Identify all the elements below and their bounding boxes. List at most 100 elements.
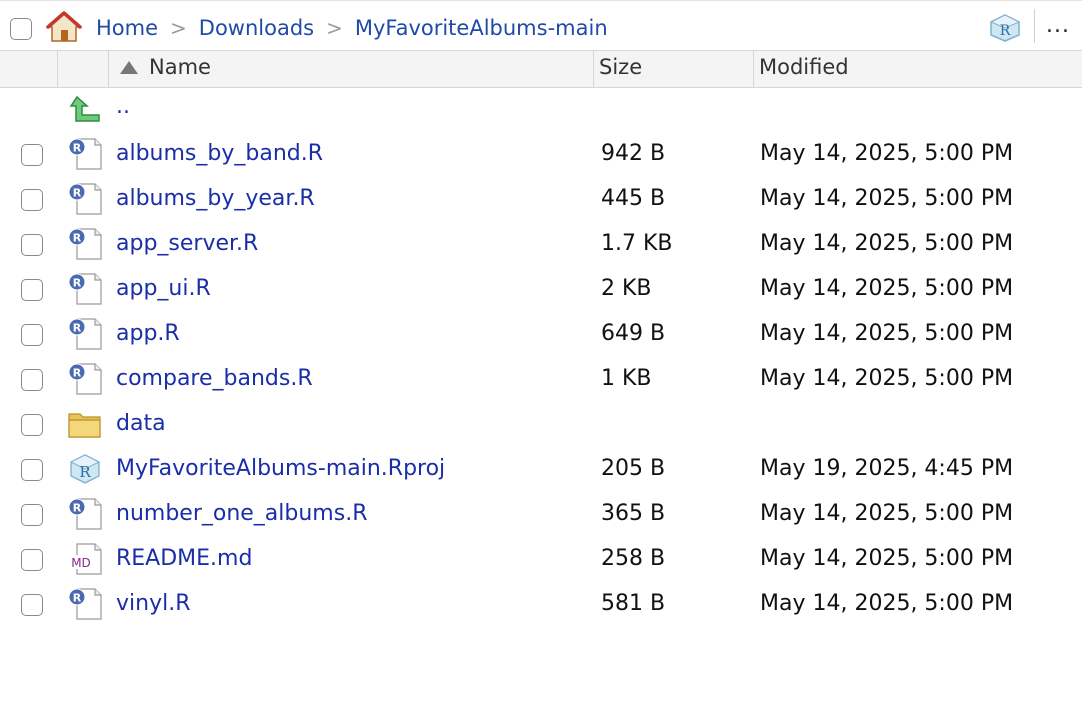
parent-directory-link[interactable]: ..	[116, 94, 130, 119]
folder-icon	[68, 413, 101, 438]
file-row[interactable]: R compare_bands.R 1 KB May 14, 2025, 5:00 …	[0, 358, 1082, 403]
r-file-icon: R	[68, 138, 102, 170]
file-row[interactable]: R albums_by_band.R 942 B May 14, 2025, 5:0…	[0, 133, 1082, 178]
r-file-icon: R	[68, 183, 102, 215]
breadcrumb: Home > Downloads > MyFavoriteAlbums-main	[96, 15, 608, 41]
files-pane: Home > Downloads > MyFavoriteAlbums-main…	[0, 0, 1082, 704]
file-row[interactable]: MD README.md 258 B May 14, 2025, 5:00 PM	[0, 538, 1082, 583]
file-row[interactable]: R albums_by_year.R 445 B May 14, 2025, 5:0…	[0, 178, 1082, 223]
file-modified: May 19, 2025, 4:45 PM	[760, 456, 1014, 481]
svg-text:R: R	[73, 187, 82, 200]
file-row[interactable]: R number_one_albums.R 365 B May 14, 2025, …	[0, 493, 1082, 538]
sort-ascending-icon[interactable]	[120, 61, 138, 74]
file-size: 649 B	[601, 321, 666, 346]
row-checkbox[interactable]	[21, 279, 43, 301]
breadcrumb-current-folder[interactable]: MyFavoriteAlbums-main	[355, 16, 608, 40]
svg-text:R: R	[73, 322, 82, 335]
file-name-link[interactable]: app.R	[116, 321, 180, 346]
file-row[interactable]: R app_ui.R 2 KB May 14, 2025, 5:00 PM	[0, 268, 1082, 313]
r-file-icon: R	[68, 588, 102, 620]
path-bar: Home > Downloads > MyFavoriteAlbums-main…	[0, 0, 1082, 50]
svg-text:R: R	[73, 277, 82, 290]
file-size: 581 B	[601, 591, 666, 616]
rproj-icon: R	[69, 454, 101, 484]
more-options-button[interactable]: ...	[1046, 13, 1070, 38]
svg-text:MD: MD	[71, 556, 91, 570]
file-name-link[interactable]: albums_by_band.R	[116, 141, 323, 166]
file-modified: May 14, 2025, 5:00 PM	[760, 546, 1014, 571]
breadcrumb-separator: >	[326, 16, 343, 40]
header-modified-column[interactable]: Modified	[753, 51, 1082, 87]
file-size: 1.7 KB	[601, 231, 673, 256]
file-modified: May 14, 2025, 5:00 PM	[760, 321, 1014, 346]
toolbar-divider	[1034, 9, 1035, 43]
file-size: 258 B	[601, 546, 666, 571]
file-name-link[interactable]: app_ui.R	[116, 276, 211, 301]
file-row[interactable]: data	[0, 403, 1082, 448]
r-file-icon: R	[68, 273, 102, 305]
svg-text:R: R	[73, 142, 82, 155]
file-row[interactable]: R app.R 649 B May 14, 2025, 5:00 PM	[0, 313, 1082, 358]
file-name-link[interactable]: number_one_albums.R	[116, 501, 367, 526]
file-modified: May 14, 2025, 5:00 PM	[760, 501, 1014, 526]
home-icon[interactable]	[46, 11, 82, 43]
file-modified: May 14, 2025, 5:00 PM	[760, 591, 1014, 616]
breadcrumb-home[interactable]: Home	[96, 16, 158, 40]
file-name-link[interactable]: app_server.R	[116, 231, 258, 256]
r-file-icon: R	[68, 498, 102, 530]
row-checkbox[interactable]	[21, 504, 43, 526]
row-checkbox[interactable]	[21, 414, 43, 436]
header-icon-column	[57, 51, 108, 87]
r-file-icon: R	[68, 318, 102, 350]
row-checkbox[interactable]	[21, 459, 43, 481]
file-modified: May 14, 2025, 5:00 PM	[760, 276, 1014, 301]
column-header: Name Size Modified	[0, 50, 1082, 88]
file-modified: May 14, 2025, 5:00 PM	[760, 231, 1014, 256]
file-size: 1 KB	[601, 366, 652, 391]
row-checkbox[interactable]	[21, 144, 43, 166]
file-name-link[interactable]: MyFavoriteAlbums-main.Rproj	[116, 456, 445, 481]
file-name-link[interactable]: compare_bands.R	[116, 366, 313, 391]
header-modified-label[interactable]: Modified	[759, 55, 849, 79]
file-row[interactable]: R vinyl.R 581 B May 14, 2025, 5:00 PM	[0, 583, 1082, 628]
row-checkbox[interactable]	[21, 594, 43, 616]
row-checkbox[interactable]	[21, 234, 43, 256]
parent-directory-row[interactable]: ..	[0, 88, 1082, 133]
file-size: 942 B	[601, 141, 666, 166]
breadcrumb-separator: >	[170, 16, 187, 40]
r-file-icon: R	[68, 228, 102, 260]
file-size: 2 KB	[601, 276, 652, 301]
header-size-label[interactable]: Size	[599, 55, 642, 79]
svg-text:R: R	[73, 502, 82, 515]
parent-directory-icon[interactable]	[68, 93, 102, 125]
header-size-column[interactable]: Size	[593, 51, 753, 87]
file-name-link[interactable]: vinyl.R	[116, 591, 191, 616]
file-modified: May 14, 2025, 5:00 PM	[760, 366, 1014, 391]
file-row[interactable]: R MyFavoriteAlbums-main.Rproj 205 B May 19…	[0, 448, 1082, 493]
file-modified: May 14, 2025, 5:00 PM	[760, 141, 1014, 166]
select-all-checkbox[interactable]	[10, 18, 32, 40]
row-checkbox[interactable]	[21, 549, 43, 571]
r-file-icon: R	[68, 363, 102, 395]
file-row[interactable]: R app_server.R 1.7 KB May 14, 2025, 5:00 P…	[0, 223, 1082, 268]
svg-text:R: R	[73, 592, 82, 605]
file-name-link[interactable]: albums_by_year.R	[116, 186, 315, 211]
file-size: 365 B	[601, 501, 666, 526]
svg-text:R: R	[1000, 23, 1011, 39]
svg-text:R: R	[79, 463, 91, 481]
header-name-column[interactable]: Name	[108, 51, 593, 87]
file-size: 205 B	[601, 456, 666, 481]
breadcrumb-downloads[interactable]: Downloads	[199, 16, 314, 40]
file-name-link[interactable]: data	[116, 411, 166, 436]
svg-text:R: R	[73, 367, 82, 380]
file-name-link[interactable]: README.md	[116, 546, 252, 571]
row-checkbox[interactable]	[21, 324, 43, 346]
header-name-label[interactable]: Name	[149, 55, 211, 79]
row-checkbox[interactable]	[21, 189, 43, 211]
file-size: 445 B	[601, 186, 666, 211]
svg-text:R: R	[73, 232, 82, 245]
markdown-icon: MD	[68, 543, 102, 575]
row-checkbox[interactable]	[21, 369, 43, 391]
rproj-icon[interactable]: R	[988, 13, 1022, 43]
file-modified: May 14, 2025, 5:00 PM	[760, 186, 1014, 211]
